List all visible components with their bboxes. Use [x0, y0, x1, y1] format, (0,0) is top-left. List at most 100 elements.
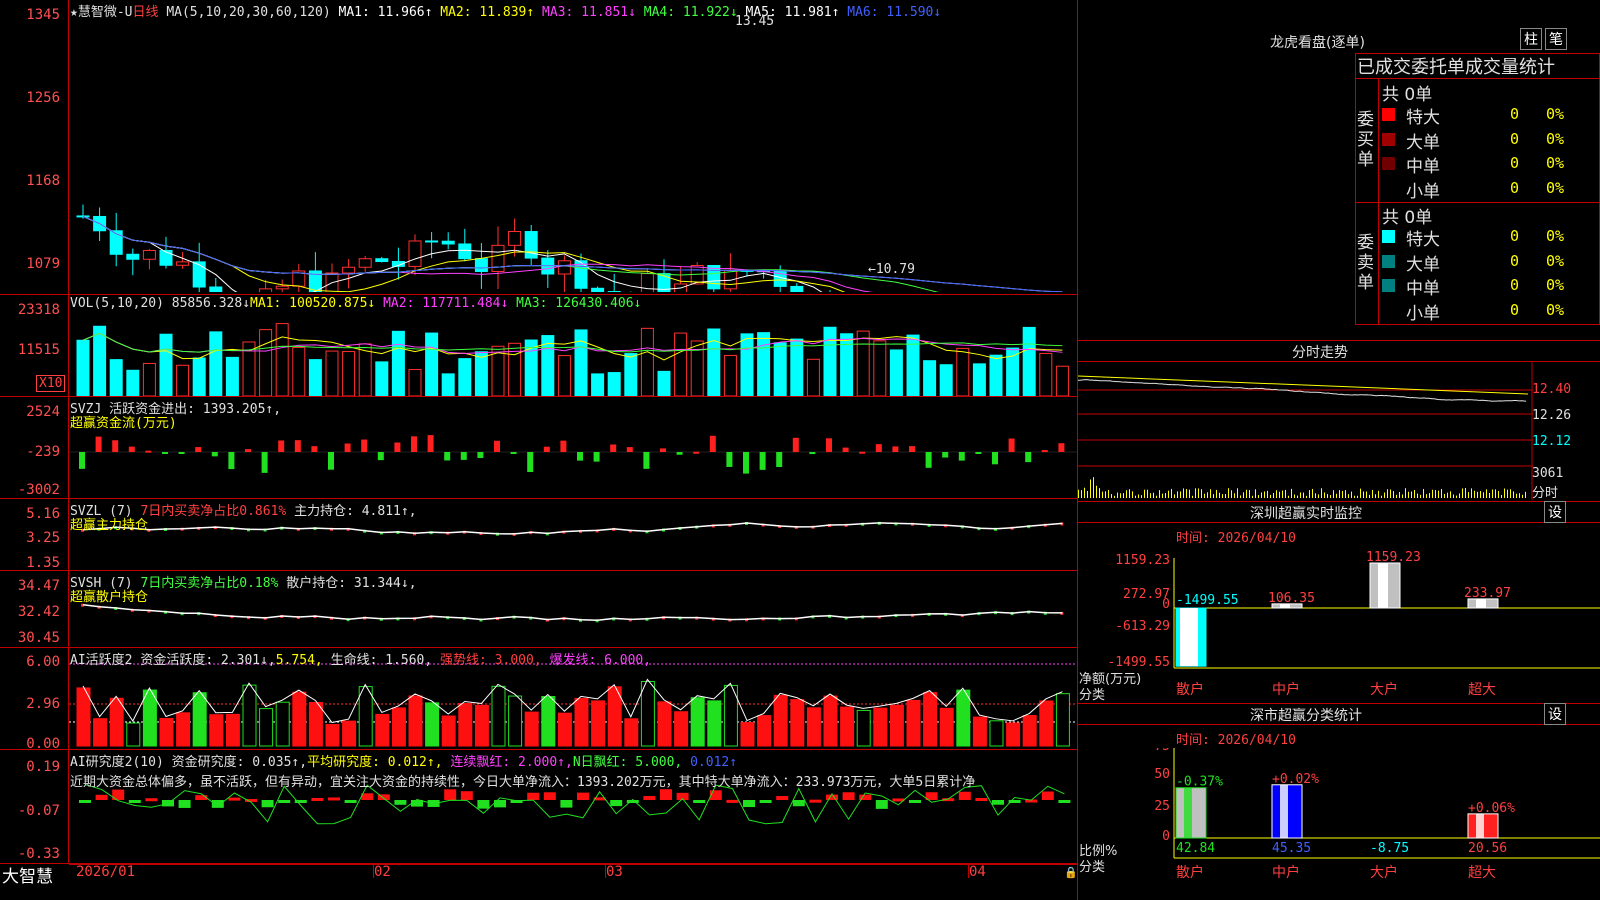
- class-axis-tick: 50: [1154, 767, 1170, 782]
- volume-bar: [624, 353, 638, 396]
- activity-bar: [225, 713, 240, 747]
- intraday-vol-bar: [1129, 489, 1130, 498]
- period-label[interactable]: 日线: [132, 5, 158, 20]
- vol-unit-box[interactable]: X10: [36, 375, 66, 392]
- intraday-vol-bar: [1117, 492, 1118, 498]
- monitor-axis-tick: 1159.23: [1115, 553, 1170, 568]
- lhb-row-pct: 0%: [1546, 300, 1565, 319]
- activity-bar: [591, 700, 606, 747]
- intraday-vol-bar: [1357, 495, 1358, 498]
- intraday-vol-bar: [1405, 488, 1406, 498]
- intraday-vol-bar: [1474, 490, 1475, 498]
- intraday-vol-bar: [1390, 489, 1391, 498]
- intraday-vol-bar: [1345, 490, 1346, 498]
- activity-bar: [773, 694, 788, 747]
- vol-value: 85856.328↓: [171, 296, 251, 311]
- intraday-vol-bar: [1501, 494, 1502, 498]
- volume-bar: [159, 333, 173, 396]
- sz-class-time: 时间: 2026/04/10: [1176, 733, 1296, 748]
- activity-bar: [308, 701, 323, 747]
- class-value-label: 20.56: [1468, 841, 1507, 856]
- class-category-label: 中户: [1272, 864, 1300, 881]
- intraday-vol-bar: [1432, 489, 1433, 498]
- candle-body: [508, 231, 522, 246]
- activity-bar: [607, 686, 622, 747]
- monitor-category-label: 中户: [1272, 681, 1300, 698]
- svzl-axis-2: 3.25: [26, 530, 60, 546]
- sz-class-title: 深市超赢分类统计: [1250, 708, 1362, 724]
- intraday-vol-bar: [1303, 492, 1304, 498]
- candle-body: [259, 288, 273, 292]
- candle-body: [192, 261, 206, 288]
- intraday-vol-bar: [1090, 479, 1091, 498]
- flow-bar: [726, 452, 733, 467]
- research-bar: [992, 800, 1004, 805]
- intraday-title: 分时走势: [1292, 345, 1348, 361]
- intraday-vol-bar: [1234, 493, 1235, 498]
- ai1-strong: 强势线: 3.000,: [440, 653, 542, 668]
- buy-total: 共 0单: [1382, 85, 1433, 105]
- ai1-burst: 爆发线: 6.000,: [549, 653, 652, 668]
- svzl-line: [82, 522, 1063, 535]
- intraday-vol-bar: [1249, 490, 1250, 498]
- monitor-value-label: 106.35: [1268, 591, 1315, 606]
- research-bar: [394, 800, 407, 805]
- flow-bar: [626, 447, 633, 452]
- intra-vol-unit: 分时: [1532, 486, 1559, 501]
- intraday-chart[interactable]: [1078, 362, 1600, 500]
- research-bar: [826, 794, 838, 800]
- candle-body: [342, 266, 356, 274]
- bottom-bar: [0, 864, 1078, 900]
- date-tick-4: 04: [969, 864, 986, 880]
- ai-activity-chart: [69, 663, 1077, 747]
- bar-mode-button[interactable]: 柱: [1520, 28, 1542, 50]
- intraday-vol-bar: [1264, 491, 1265, 498]
- flow-bar: [261, 452, 268, 473]
- volume-bar: [176, 364, 190, 396]
- intraday-vol-bar: [1087, 491, 1088, 498]
- lhb-row-pct: 0%: [1546, 154, 1565, 172]
- flow-bar: [162, 452, 168, 454]
- volume-bar: [640, 327, 654, 396]
- svsh-axis-1: 34.47: [17, 578, 60, 594]
- activity-bar: [408, 695, 423, 747]
- volume-bar: [292, 346, 306, 396]
- flow-bar: [577, 452, 583, 461]
- lhb-color-box: [1382, 254, 1395, 268]
- volume-bar: [790, 338, 804, 396]
- candle-body: [425, 240, 439, 243]
- main-axis-4: 1079: [26, 256, 60, 272]
- volume-bar: [93, 325, 107, 396]
- sz-monitor-settings-button[interactable]: 设: [1544, 501, 1566, 523]
- flow-bar: [593, 452, 600, 462]
- volume-bar: [939, 364, 953, 396]
- sz-class-settings-button[interactable]: 设: [1544, 703, 1566, 725]
- lhb-row-name: 小单: [1406, 181, 1440, 202]
- intraday-vol-bar: [1162, 493, 1163, 498]
- svzl-ratio: 7日内买卖净占比0.861%: [140, 504, 287, 519]
- intraday-vol-bar: [1489, 493, 1490, 498]
- monitor-bar-shine: [1180, 608, 1198, 667]
- intraday-vol-bar: [1132, 491, 1133, 498]
- intraday-vol-bar: [1366, 491, 1367, 498]
- flow-bar: [178, 452, 185, 454]
- research-bar: [344, 800, 357, 803]
- flow-bar: [411, 436, 417, 452]
- lock-icon[interactable]: 🔒: [1064, 866, 1078, 879]
- intraday-vol-bar: [1477, 491, 1478, 498]
- lhb-row-name: 大单: [1406, 254, 1440, 275]
- tick-mode-button[interactable]: 笔: [1545, 28, 1567, 50]
- intraday-vol-bar: [1258, 495, 1259, 498]
- flow-bar: [676, 452, 683, 455]
- date-axis-line: [69, 864, 1077, 865]
- research-bar: [660, 789, 672, 800]
- candle-body: [557, 260, 571, 275]
- stock-name[interactable]: ★慧智微-U: [70, 5, 132, 20]
- lhb-row-value: 0: [1510, 129, 1520, 148]
- ma-line-5: [82, 216, 1063, 292]
- intraday-vol-bar: [1453, 494, 1454, 498]
- svzj-axis-2: -239: [26, 444, 60, 460]
- volume-bar: [972, 363, 986, 396]
- intra-axis-1: 12.40: [1532, 382, 1572, 397]
- intraday-vol-bar: [1114, 495, 1115, 498]
